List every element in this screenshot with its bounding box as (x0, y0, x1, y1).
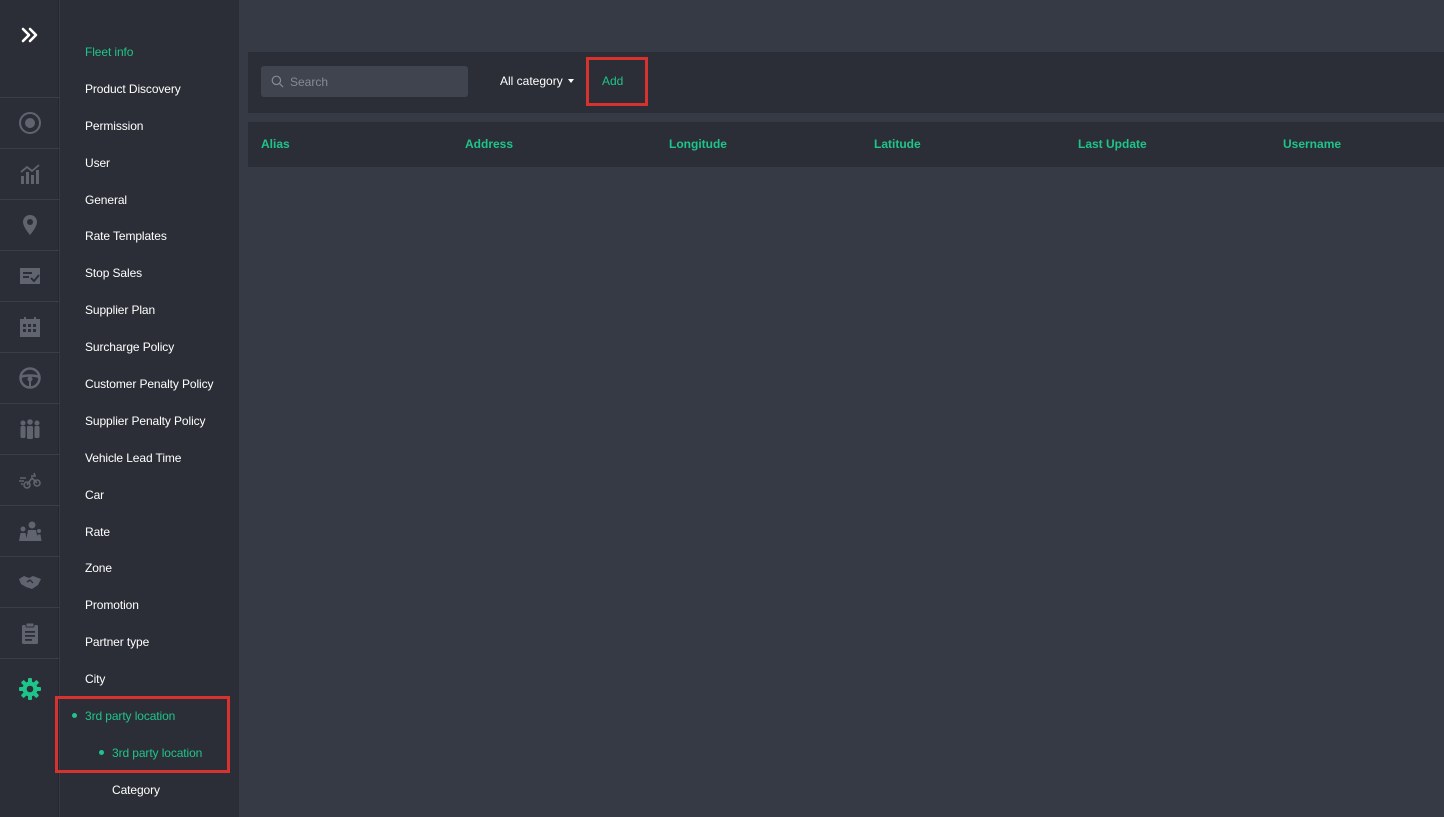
highlight-box-add (586, 57, 648, 106)
steering-wheel-icon[interactable] (0, 352, 59, 403)
menu-item-rate[interactable]: Rate (85, 525, 110, 539)
column-header-last-update[interactable]: Last Update (1078, 137, 1147, 151)
menu-item-surcharge-policy[interactable]: Surcharge Policy (85, 340, 174, 354)
double-chevron-right-icon[interactable] (0, 0, 59, 70)
menu-item-city[interactable]: City (85, 672, 105, 686)
menu-item-promotion[interactable]: Promotion (85, 598, 139, 612)
category-filter-label: All category (500, 74, 563, 88)
analytics-icon[interactable] (0, 148, 59, 199)
menu-item-fleet-info[interactable]: Fleet info (85, 45, 133, 59)
delivery-icon[interactable] (0, 454, 59, 505)
menu-item-customer-penalty-policy[interactable]: Customer Penalty Policy (85, 377, 214, 391)
caret-down-icon (567, 79, 574, 83)
menu-item-partner-type[interactable]: Partner type (85, 635, 149, 649)
menu-item-car[interactable]: Car (85, 488, 104, 502)
calendar-icon[interactable] (0, 301, 59, 352)
location-pin-icon[interactable] (0, 199, 59, 250)
search-box[interactable] (261, 66, 468, 97)
submenu-item-category[interactable]: Category (112, 783, 160, 797)
menu-item-user[interactable]: User (85, 156, 110, 170)
group-icon[interactable] (0, 403, 59, 454)
toolbar: All category Add (248, 52, 1444, 113)
menu-item-zone[interactable]: Zone (85, 561, 112, 575)
checklist-icon[interactable] (0, 250, 59, 301)
menu-item-general[interactable]: General (85, 193, 127, 207)
search-input[interactable] (290, 74, 460, 89)
category-filter-dropdown[interactable]: All category (500, 74, 574, 88)
icon-rail (0, 0, 59, 817)
column-header-longitude[interactable]: Longitude (669, 137, 727, 151)
column-header-address[interactable]: Address (465, 137, 513, 151)
target-icon[interactable] (0, 97, 59, 148)
highlight-box-3rd-party-location (55, 696, 230, 773)
clipboard-icon[interactable] (0, 607, 59, 658)
settings-submenu: Fleet info Product Discovery Permission … (60, 0, 239, 817)
users-icon[interactable] (0, 505, 59, 556)
menu-item-product-discovery[interactable]: Product Discovery (85, 82, 181, 96)
menu-item-vehicle-lead-time[interactable]: Vehicle Lead Time (85, 451, 181, 465)
column-header-alias[interactable]: Alias (261, 137, 290, 151)
settings-icon[interactable] (0, 663, 59, 714)
menu-item-supplier-penalty-policy[interactable]: Supplier Penalty Policy (85, 414, 206, 428)
app-window: Fleet info Product Discovery Permission … (0, 0, 1444, 817)
menu-item-supplier-plan[interactable]: Supplier Plan (85, 303, 155, 317)
menu-item-rate-templates[interactable]: Rate Templates (85, 229, 167, 243)
column-header-username[interactable]: Username (1283, 137, 1341, 151)
table-header: Alias Address Longitude Latitude Last Up… (248, 122, 1444, 167)
column-header-latitude[interactable]: Latitude (874, 137, 921, 151)
menu-item-stop-sales[interactable]: Stop Sales (85, 266, 142, 280)
menu-item-permission[interactable]: Permission (85, 119, 143, 133)
handshake-icon[interactable] (0, 556, 59, 607)
search-icon (271, 75, 284, 88)
